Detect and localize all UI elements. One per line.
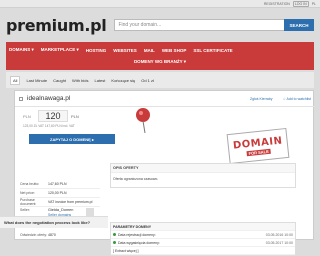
login-button[interactable]: LOG IN bbox=[292, 0, 309, 7]
visits-label: Odwiedzin oferty: bbox=[20, 233, 48, 237]
site-logo[interactable]: premium.pl bbox=[6, 16, 107, 35]
nav-item[interactable]: HOSTING bbox=[86, 48, 107, 53]
param-value: 03.05.2017 10:00 bbox=[265, 240, 293, 245]
domain-header: idealnawaga.pl Zgłoś Kierraby ☆ Add to w… bbox=[15, 91, 315, 107]
offer-description-panel: OPIS OFERTY Oferta ograniczona czasowo. bbox=[110, 163, 296, 188]
seller-label: Seller: bbox=[20, 208, 30, 212]
checkbox-icon[interactable] bbox=[19, 96, 23, 101]
detail-row: Purchase document: VAT invoice from premi… bbox=[20, 198, 100, 207]
params-extra[interactable]: [ Extract więcej ] bbox=[111, 247, 295, 255]
detail-value: 147,60 PLN bbox=[48, 182, 67, 186]
param-label: Data rejestracji domeny: bbox=[118, 232, 156, 237]
report-offer-link[interactable]: Zgłoś Kierraby bbox=[250, 97, 273, 101]
domain-name: idealnawaga.pl bbox=[27, 95, 71, 102]
detail-label: Net price: bbox=[20, 191, 35, 195]
price-unit: PLN bbox=[71, 113, 79, 119]
visits-row: Odwiedzin oferty: 4870 bbox=[20, 233, 100, 237]
detail-value: VAT invoice from premium.pl bbox=[48, 200, 93, 204]
domain-parameters-panel: PARAMETRY DOMENY Data rejestracji domeny… bbox=[110, 222, 296, 256]
detail-row: Cena brutto: 147,60 PLN bbox=[20, 180, 100, 189]
filter-tabs: All Last Minute Caught With bids Latest Kończ… bbox=[6, 72, 314, 88]
seller-name[interactable]: Giełda_Domen bbox=[48, 208, 73, 212]
search-bar: Find your domain... SEARCH bbox=[114, 19, 314, 31]
faq-question[interactable]: What does the negotiation process look l… bbox=[0, 216, 108, 228]
param-label: Data wygaśnięcia domeny: bbox=[118, 240, 160, 245]
nav-item[interactable]: MAIL bbox=[144, 48, 155, 53]
nav-item-domeny-wg-branzy[interactable]: DOMENY WG BRANŻY ▾ bbox=[134, 59, 186, 65]
param-row: Data wygaśnięcia domeny: 03.05.2017 10:00 bbox=[111, 239, 295, 247]
nav-item[interactable]: DOMAINS ▾ bbox=[9, 47, 34, 53]
visits-value: 4870 bbox=[48, 233, 56, 237]
nav-item[interactable]: SSL CERTIFICATE bbox=[193, 48, 232, 53]
domain-image-badge: FOR SALE bbox=[246, 148, 271, 156]
search-input[interactable]: Find your domain... bbox=[114, 19, 284, 31]
param-value: 03.05.2016 10:00 bbox=[265, 232, 293, 237]
params-title: PARAMETRY DOMENY bbox=[113, 224, 152, 229]
price-details: Cena brutto: 147,60 PLN Net price: 120,00 P… bbox=[20, 180, 100, 207]
panel-title: OPIS OFERTY bbox=[111, 164, 295, 173]
price-box: PLN 120 PLN 123,00 ZŁ VAT 147,60 PLN inc… bbox=[23, 110, 118, 136]
filter-tab[interactable]: Kończące się bbox=[111, 78, 135, 83]
domain-for-sale-image: DOMAIN FOR SALE bbox=[226, 127, 290, 165]
detail-value: 120,00 PLN bbox=[48, 191, 67, 195]
param-row: Data rejestracji domeny: 03.05.2016 10:00 bbox=[111, 231, 295, 239]
price-value: 120 bbox=[38, 110, 68, 122]
filter-tab[interactable]: With bids bbox=[72, 78, 88, 83]
nav-item[interactable]: MARKETPLACE ▾ bbox=[41, 47, 79, 53]
watchlist-link[interactable]: ☆ Add to watchlist bbox=[283, 97, 311, 101]
filter-tab[interactable]: Od 1 zł bbox=[141, 78, 154, 83]
language-switch[interactable]: PL bbox=[312, 2, 316, 6]
panel-body: Oferta ograniczona czasowo. bbox=[113, 177, 159, 181]
detail-row: Net price: 120,00 PLN bbox=[20, 189, 100, 198]
status-dot-icon bbox=[113, 233, 116, 236]
register-link[interactable]: REGISTRATION bbox=[264, 2, 290, 6]
status-dot-icon bbox=[113, 241, 116, 244]
filter-tab[interactable]: Latest bbox=[95, 78, 106, 83]
header: premium.pl Find your domain... SEARCH bbox=[0, 8, 320, 42]
filter-tab[interactable]: Last Minute bbox=[26, 78, 47, 83]
detail-label: Cena brutto: bbox=[20, 182, 40, 186]
inquire-domain-button[interactable]: ZAPYTAJ O DOMENĘ ▸ bbox=[29, 134, 115, 144]
nav-item[interactable]: WEBSITES bbox=[113, 48, 137, 53]
main-navigation: DOMAINS ▾ MARKETPLACE ▾ HOSTING WEBSITES MAI… bbox=[6, 42, 314, 70]
nav-item[interactable]: WEB SHOP bbox=[162, 48, 187, 53]
currency-label: PLN bbox=[23, 113, 31, 119]
detail-label: Purchase document: bbox=[20, 198, 37, 206]
search-button[interactable]: SEARCH bbox=[284, 19, 314, 31]
price-subtext: 123,00 ZŁ VAT 147,60 PLN incl. VAT bbox=[23, 124, 75, 128]
top-bar: REGISTRATION LOG IN PL bbox=[0, 0, 320, 8]
filter-tab[interactable]: Caught bbox=[53, 78, 66, 83]
pin-icon bbox=[136, 108, 150, 133]
watchlist-label: Add to watchlist bbox=[286, 96, 311, 101]
filter-tab[interactable]: All bbox=[10, 75, 21, 85]
avatar bbox=[86, 208, 94, 216]
